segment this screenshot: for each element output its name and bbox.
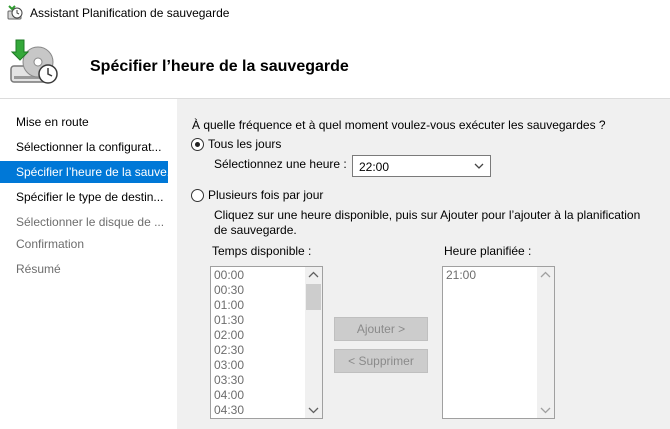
list-item[interactable]: 04:00 — [214, 388, 244, 403]
scroll-down-arrow-icon[interactable] — [537, 401, 554, 418]
main-content: À quelle fréquence et à quel moment voul… — [177, 99, 670, 429]
list-item[interactable]: 00:00 — [214, 268, 244, 283]
available-list-scrollbar[interactable] — [305, 267, 322, 418]
chevron-down-icon — [474, 163, 484, 169]
instruction-line-1: Cliquez sur une heure disponible, puis s… — [214, 208, 641, 222]
scroll-down-arrow-icon[interactable] — [305, 401, 322, 418]
scheduled-list-scrollbar[interactable] — [537, 267, 554, 418]
radio-multiple-label[interactable]: Plusieurs fois par jour — [208, 188, 323, 202]
page-title: Spécifier l’heure de la sauvegarde — [90, 58, 349, 75]
instruction-line-2: de sauvegarde. — [214, 223, 297, 237]
radio-daily[interactable] — [191, 138, 204, 151]
frequency-question: À quelle fréquence et à quel moment voul… — [192, 118, 606, 132]
available-times-list[interactable]: 00:00 00:30 01:00 01:30 02:00 02:30 03:0… — [210, 266, 323, 419]
list-item[interactable]: 04:30 — [214, 403, 244, 418]
radio-selected-dot — [195, 142, 200, 147]
scheduled-times-label: Heure planifiée : — [444, 244, 532, 258]
time-select-value: 22:00 — [359, 160, 390, 174]
step-summary: Résumé — [16, 262, 61, 276]
step-specify-backup-time[interactable]: Spécifier l’heure de la sauve... — [0, 161, 168, 183]
list-item[interactable]: 03:30 — [214, 373, 244, 388]
list-item[interactable]: 21:00 — [446, 268, 476, 283]
list-item[interactable]: 00:30 — [214, 283, 244, 298]
title-bar: Assistant Planification de sauvegarde — [0, 0, 670, 26]
window-title: Assistant Planification de sauvegarde — [30, 6, 230, 20]
step-select-configuration[interactable]: Sélectionner la configurat... — [0, 136, 168, 158]
scroll-up-arrow-icon[interactable] — [305, 267, 322, 284]
list-item[interactable]: 01:30 — [214, 313, 244, 328]
wizard-header: Spécifier l’heure de la sauvegarde — [0, 26, 670, 98]
list-item[interactable]: 02:30 — [214, 343, 244, 358]
select-time-label: Sélectionnez une heure : — [214, 157, 347, 171]
wizard-steps-sidebar: Mise en route Sélectionner la configurat… — [0, 99, 175, 429]
list-item[interactable]: 03:00 — [214, 358, 244, 373]
add-button[interactable]: Ajouter > — [334, 317, 428, 341]
scroll-up-arrow-icon[interactable] — [537, 267, 554, 284]
remove-button[interactable]: < Supprimer — [334, 349, 428, 373]
step-getting-started[interactable]: Mise en route — [0, 111, 168, 133]
step-confirmation: Confirmation — [16, 237, 85, 251]
scroll-thumb[interactable] — [306, 284, 321, 310]
time-select[interactable]: 22:00 — [352, 155, 491, 177]
scheduled-times-list[interactable]: 21:00 — [442, 266, 555, 419]
radio-multiple[interactable] — [191, 189, 204, 202]
step-select-destination-disk: Sélectionner le disque de ... — [16, 215, 165, 229]
list-item[interactable]: 02:00 — [214, 328, 244, 343]
step-specify-destination-type[interactable]: Spécifier le type de destin... — [0, 186, 168, 208]
backup-app-icon — [7, 5, 23, 20]
radio-daily-label[interactable]: Tous les jours — [208, 137, 281, 151]
backup-schedule-icon — [10, 39, 58, 84]
available-times-label: Temps disponible : — [212, 244, 312, 258]
list-item[interactable]: 01:00 — [214, 298, 244, 313]
